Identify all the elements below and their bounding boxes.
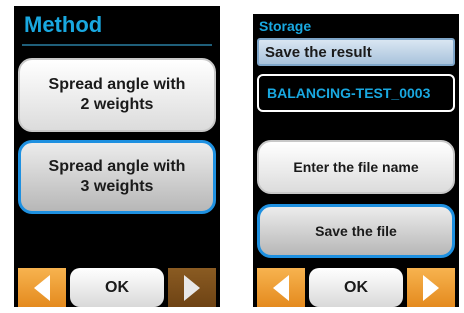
right-arrow-icon (423, 274, 439, 301)
method-screen: Method Spread angle with 2 weights Sprea… (14, 6, 220, 307)
spread-angle-2-weights-button[interactable]: Spread angle with 2 weights (18, 58, 216, 132)
title-divider (22, 44, 212, 46)
save-file-button[interactable]: Save the file (257, 204, 455, 258)
storage-screen: Storage Save the result BALANCING-TEST_0… (253, 14, 459, 307)
storage-title: Storage (259, 18, 312, 34)
next-button[interactable] (407, 268, 455, 307)
spread-angle-3-weights-button[interactable]: Spread angle with 3 weights (18, 140, 216, 214)
left-arrow-icon (273, 274, 289, 301)
enter-file-name-button[interactable]: Enter the file name (257, 140, 455, 194)
previous-button[interactable] (18, 268, 66, 307)
left-arrow-icon (34, 274, 50, 301)
save-result-header: Save the result (257, 38, 455, 66)
next-button[interactable] (168, 268, 216, 307)
file-name-field[interactable]: BALANCING-TEST_0003 (257, 74, 455, 112)
previous-button[interactable] (257, 268, 305, 307)
method-title: Method (24, 12, 103, 37)
ok-button[interactable]: OK (309, 268, 403, 307)
right-arrow-icon (184, 274, 200, 301)
ok-button[interactable]: OK (70, 268, 164, 307)
